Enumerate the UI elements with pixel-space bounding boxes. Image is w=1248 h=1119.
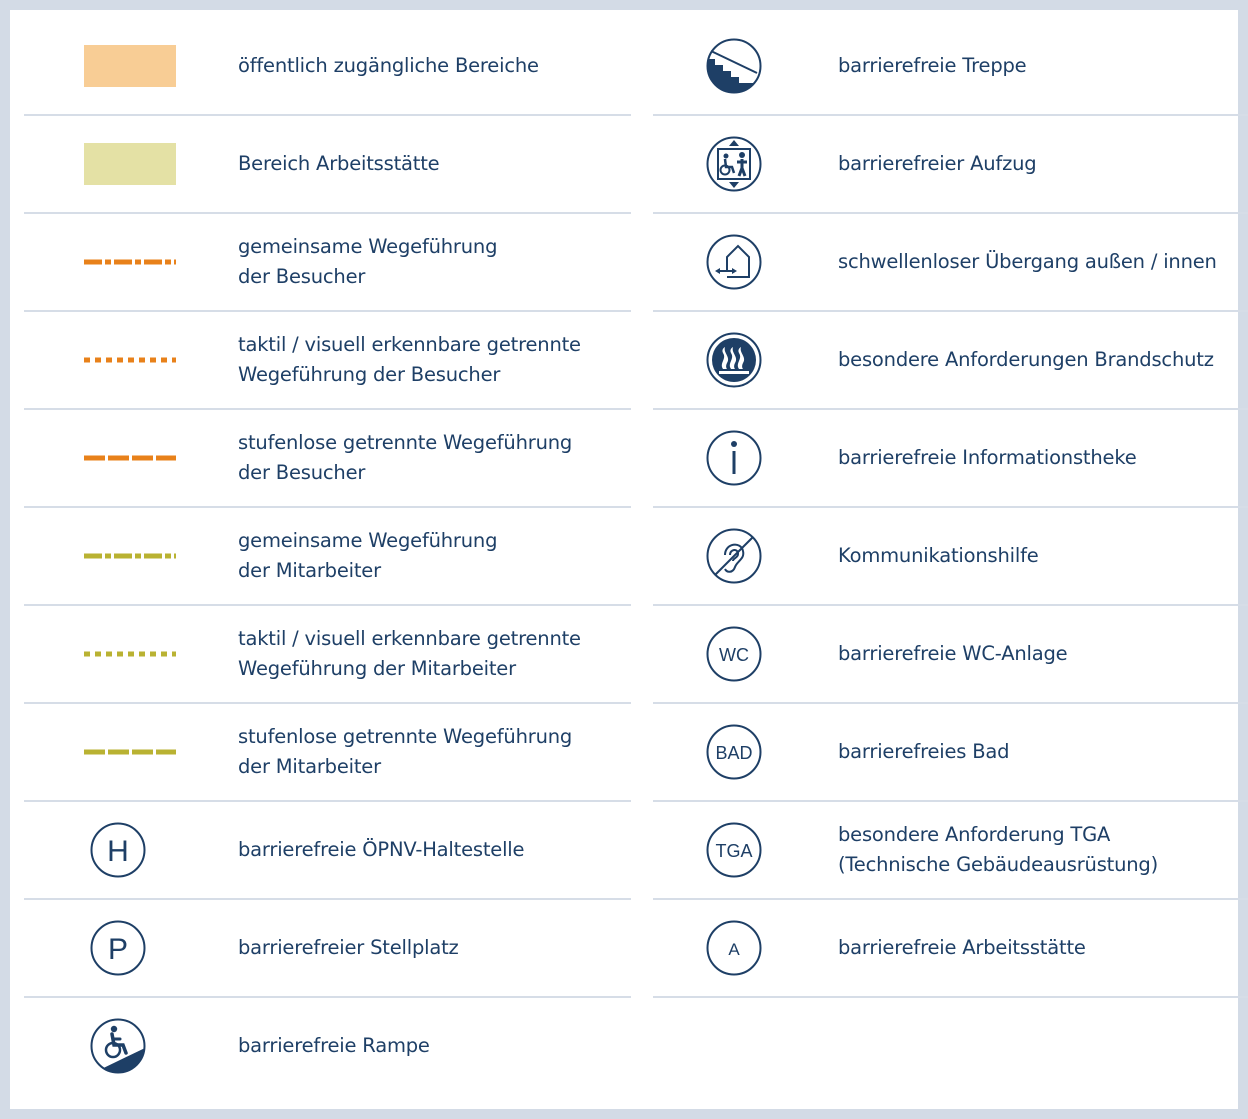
symbol-cell: WC — [653, 606, 813, 702]
symbol-text: H — [107, 835, 129, 868]
symbol-cell — [24, 410, 234, 506]
symbol-cell — [24, 312, 234, 408]
symbol-text: TGA — [715, 841, 752, 861]
legend-item: barrierefreier Aufzug — [653, 116, 1248, 214]
legend-frame: öffentlich zugängliche Bereiche Bereich … — [0, 0, 1248, 1119]
olive-dashed-line — [84, 749, 176, 755]
legend-label: besondere Anforderungen Brandschutz — [838, 348, 1214, 371]
legend-label: gemeinsame Wegeführung der Mitarbeiter — [238, 529, 498, 582]
stairs-icon — [706, 38, 762, 94]
symbol-text: P — [108, 933, 128, 966]
orange-dashdot-line — [84, 259, 176, 265]
symbol-cell — [24, 508, 234, 604]
legend-label: besondere Anforderung TGA (Technische Ge… — [838, 823, 1159, 876]
symbol-cell — [653, 312, 813, 408]
legend-item: barrierefreie Rampe — [24, 998, 631, 1094]
legend-item: barrierefreie Treppe — [653, 18, 1248, 116]
fire-protection-icon — [706, 332, 762, 388]
orange-dotted-line — [84, 357, 176, 363]
legend-item: gemeinsame Wegeführung der Mitarbeiter — [24, 508, 631, 606]
elevator-icon — [706, 136, 762, 192]
legend-item: schwellenloser Übergang außen / innen — [653, 214, 1248, 312]
legend-label: öffentlich zugängliche Bereiche — [238, 54, 539, 77]
olive-dashdot-line — [84, 553, 176, 559]
legend-label: barrierefreier Aufzug — [838, 152, 1037, 175]
bus-stop-icon: H — [90, 822, 146, 878]
legend-item: taktil / visuell erkennbare getrennte We… — [24, 606, 631, 704]
wheelchair-ramp-icon — [90, 1018, 146, 1074]
legend-item: TGA besondere Anforderung TGA (Technisch… — [653, 802, 1248, 900]
legend-label: taktil / visuell erkennbare getrennte We… — [238, 627, 581, 680]
orange-dashed-line — [84, 455, 176, 461]
symbol-cell — [653, 116, 813, 212]
workplace-area-swatch — [84, 143, 176, 185]
symbol-cell — [653, 410, 813, 506]
info-icon — [706, 430, 762, 486]
workplace-icon: A — [706, 920, 762, 976]
legend-item: WC barrierefreie WC-Anlage — [653, 606, 1248, 704]
legend-item: A barrierefreie Arbeitsstätte — [653, 900, 1248, 998]
symbol-cell — [24, 214, 234, 310]
symbol-cell — [653, 214, 813, 310]
symbol-text: BAD — [715, 743, 752, 763]
symbol-cell — [24, 704, 234, 800]
symbol-text: WC — [719, 645, 749, 665]
legend-label: barrierefreie Rampe — [238, 1034, 430, 1057]
legend-item: taktil / visuell erkennbare getrennte We… — [24, 312, 631, 410]
bathroom-icon: BAD — [706, 724, 762, 780]
symbol-cell: TGA — [653, 802, 813, 898]
legend-label: Bereich Arbeitsstätte — [238, 152, 440, 175]
symbol-cell — [24, 116, 234, 212]
symbol-cell: P — [24, 900, 234, 996]
symbol-cell — [24, 606, 234, 702]
legend-label: stufenlose getrennte Wegeführung der Mit… — [238, 725, 573, 778]
legend-item: BAD barrierefreies Bad — [653, 704, 1248, 802]
olive-dotted-line — [84, 651, 176, 657]
legend-item: öffentlich zugängliche Bereiche — [24, 18, 631, 116]
legend-label: stufenlose getrennte Wegeführung der Bes… — [238, 431, 573, 484]
legend-label: gemeinsame Wegeführung der Besucher — [238, 235, 498, 288]
legend-label: barrierefreies Bad — [838, 740, 1010, 763]
legend-item: stufenlose getrennte Wegeführung der Bes… — [24, 410, 631, 508]
legend-label: barrierefreie ÖPNV-Haltestelle — [238, 838, 525, 861]
legend-label: barrierefreier Stellplatz — [238, 936, 459, 959]
legend-label: Kommunikationshilfe — [838, 544, 1039, 567]
legend-label: barrierefreie Arbeitsstätte — [838, 936, 1086, 959]
legend-label: taktil / visuell erkennbare getrennte We… — [238, 333, 581, 386]
wc-icon: WC — [706, 626, 762, 682]
legend-item: stufenlose getrennte Wegeführung der Mit… — [24, 704, 631, 802]
legend-item: besondere Anforderungen Brandschutz — [653, 312, 1248, 410]
legend-label: barrierefreie WC-Anlage — [838, 642, 1068, 665]
symbol-cell — [653, 18, 813, 114]
symbol-cell: A — [653, 900, 813, 996]
legend-item: Bereich Arbeitsstätte — [24, 116, 631, 214]
symbol-cell — [24, 18, 234, 114]
public-area-swatch — [84, 45, 176, 87]
hearing-aid-icon — [706, 528, 762, 584]
legend-item: P barrierefreier Stellplatz — [24, 900, 631, 998]
legend-item: barrierefreie Informationstheke — [653, 410, 1248, 508]
symbol-cell: BAD — [653, 704, 813, 800]
parking-icon: P — [90, 920, 146, 976]
legend-label: barrierefreie Treppe — [838, 54, 1027, 77]
legend-label: barrierefreie Informationstheke — [838, 446, 1137, 469]
legend-item: Kommunikationshilfe — [653, 508, 1248, 606]
legend-item: H barrierefreie ÖPNV-Haltestelle — [24, 802, 631, 900]
legend-label: schwellenloser Übergang außen / innen — [838, 250, 1217, 273]
symbol-cell — [653, 508, 813, 604]
legend-item: gemeinsame Wegeführung der Besucher — [24, 214, 631, 312]
symbol-cell — [24, 998, 234, 1094]
symbol-text: A — [728, 940, 740, 959]
threshold-free-icon — [706, 234, 762, 290]
tga-icon: TGA — [706, 822, 762, 878]
symbol-cell: H — [24, 802, 234, 898]
